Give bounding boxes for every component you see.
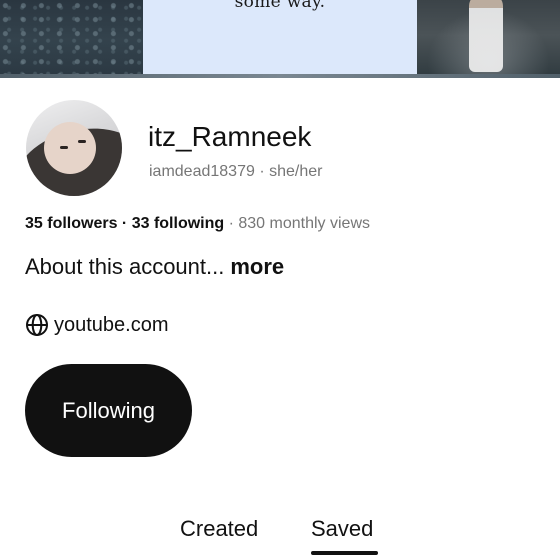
monthly-views: · 830 monthly views [224,215,370,232]
handle-separator: · [254,163,270,180]
stats-separator: · [117,215,132,232]
tab-created[interactable]: Created [180,516,258,542]
profile-pronouns: she/her [269,163,323,180]
cover-image-collage: some way. [0,0,560,78]
profile-handle-line: iamdead18379 · she/her [149,163,322,181]
about-more-link[interactable]: more [230,254,284,279]
cover-image-right [417,0,560,78]
website-text: youtube.com [54,313,169,336]
following-button[interactable]: Following [25,364,192,457]
followers-link[interactable]: 35 followers [25,215,117,232]
profile-username: iamdead18379 [149,163,255,180]
globe-icon [26,314,48,336]
active-tab-indicator [311,551,378,555]
about-account[interactable]: About this account... more [25,254,284,280]
profile-tabs: Created Saved [0,516,560,560]
cover-figure [469,0,503,72]
avatar[interactable] [26,100,122,196]
cover-image-quote-card: some way. [143,0,417,74]
cover-divider [0,74,560,78]
tab-saved[interactable]: Saved [311,516,373,542]
following-link[interactable]: 33 following [132,215,224,232]
cover-image-left [0,0,143,78]
profile-display-name: itz_Ramneek [148,121,312,152]
website-link[interactable]: youtube.com [25,313,169,337]
profile-stats: 35 followers · 33 following · 830 monthl… [25,215,370,233]
cover-quote-text: some way. [234,0,326,12]
about-text: About this account... [25,254,225,279]
